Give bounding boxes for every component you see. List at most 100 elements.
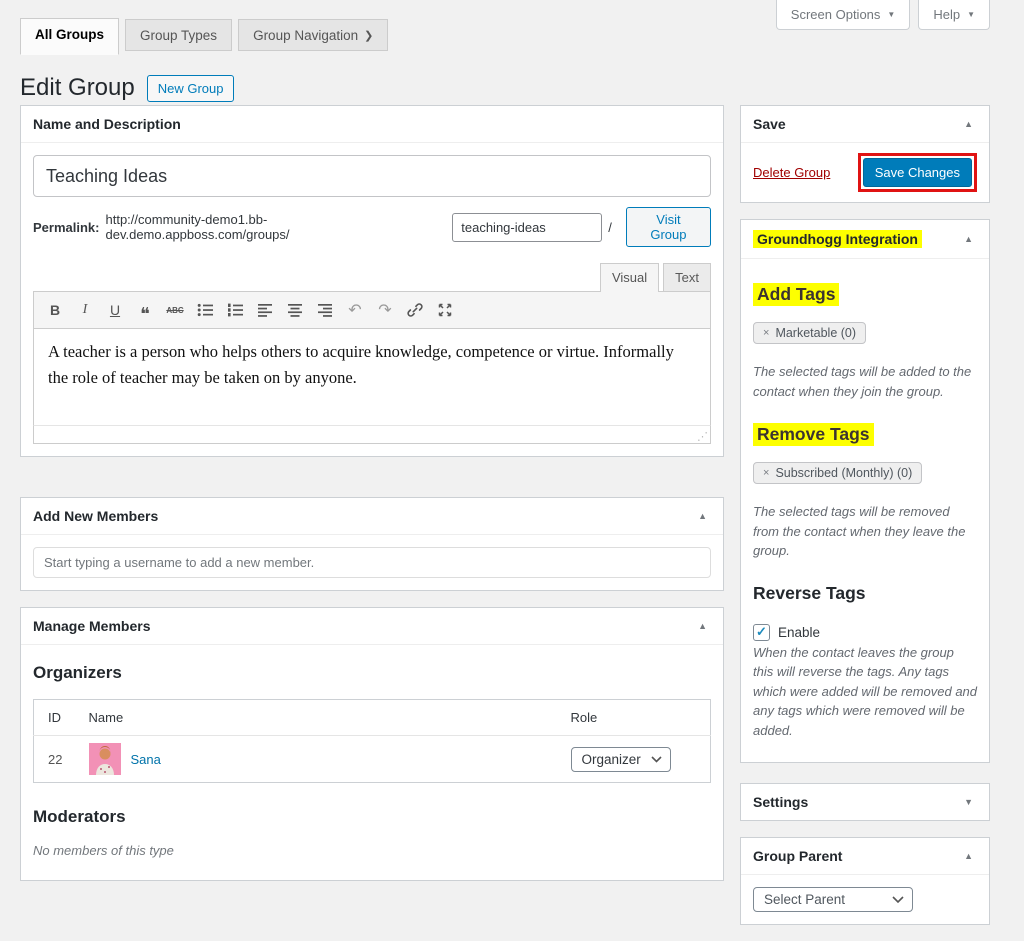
delete-group-link[interactable]: Delete Group xyxy=(753,165,830,180)
close-icon[interactable]: × xyxy=(763,327,769,339)
collapse-icon[interactable]: ▲ xyxy=(960,849,977,863)
slug-input[interactable] xyxy=(452,213,602,242)
tab-visual[interactable]: Visual xyxy=(600,263,659,292)
panel-title: Manage Members xyxy=(33,618,150,634)
collapse-icon[interactable]: ▲ xyxy=(694,619,711,633)
manage-members-header: Manage Members ▲ xyxy=(21,608,723,645)
screen-options-button[interactable]: Screen Options ▼ xyxy=(776,0,911,30)
organizers-heading: Organizers xyxy=(33,663,711,683)
annotation-highlight-box: Save Changes xyxy=(858,153,977,192)
name-description-header: Name and Description xyxy=(21,106,723,143)
align-center-icon[interactable] xyxy=(282,299,308,321)
numbered-list-icon[interactable] xyxy=(222,299,248,321)
moderators-empty-text: No members of this type xyxy=(33,843,711,858)
column-id: ID xyxy=(34,700,79,736)
table-row: 22 xyxy=(34,736,711,783)
description-editor: Visual Text B I U ❝ ABC xyxy=(33,263,711,444)
tab-text[interactable]: Text xyxy=(663,263,711,291)
panel-title: Name and Description xyxy=(33,116,181,132)
save-panel: Save ▲ Delete Group Save Changes xyxy=(740,105,990,203)
reverse-tags-heading: Reverse Tags xyxy=(753,583,866,604)
collapse-icon[interactable]: ▲ xyxy=(960,117,977,131)
add-members-header: Add New Members ▲ xyxy=(21,498,723,535)
member-id: 22 xyxy=(34,736,79,783)
parent-select[interactable]: Select Parent xyxy=(753,887,913,912)
top-toggles: Screen Options ▼ Help ▼ xyxy=(776,0,990,30)
redo-icon[interactable]: ↷ xyxy=(372,299,398,321)
underline-icon[interactable]: U xyxy=(102,299,128,321)
tab-group-types-label: Group Types xyxy=(140,28,217,43)
close-icon[interactable]: × xyxy=(763,467,769,479)
add-tags-description: The selected tags will be added to the c… xyxy=(753,362,977,401)
help-button[interactable]: Help ▼ xyxy=(918,0,990,30)
bullet-list-icon[interactable] xyxy=(192,299,218,321)
group-parent-panel: Group Parent ▲ Select Parent xyxy=(740,837,990,925)
new-group-button[interactable]: New Group xyxy=(147,75,235,102)
add-members-panel: Add New Members ▲ xyxy=(20,497,724,591)
collapse-icon[interactable]: ▲ xyxy=(960,232,977,246)
avatar xyxy=(89,743,121,775)
panel-title: Groundhogg Integration xyxy=(753,230,922,248)
role-select[interactable]: Organizer xyxy=(571,747,671,772)
permalink-slash: / xyxy=(608,220,612,235)
blockquote-icon[interactable]: ❝ xyxy=(132,299,158,321)
permalink-row: Permalink: http://community-demo1.bb-dev… xyxy=(33,207,711,247)
moderators-heading: Moderators xyxy=(33,807,711,827)
remove-tag-chip[interactable]: × Subscribed (Monthly) (0) xyxy=(753,462,922,484)
groundhogg-panel: Groundhogg Integration ▲ Add Tags × Mark… xyxy=(740,219,990,763)
settings-header: Settings ▼ xyxy=(741,784,989,820)
column-role: Role xyxy=(561,700,711,736)
page-title: Edit Group xyxy=(20,74,135,102)
remove-tags-heading: Remove Tags xyxy=(753,423,874,446)
chevron-right-icon: ❯ xyxy=(364,29,373,42)
reverse-tags-description: When the contact leaves the group this w… xyxy=(753,643,977,741)
save-changes-button[interactable]: Save Changes xyxy=(863,158,972,187)
enable-label: Enable xyxy=(778,625,820,640)
align-left-icon[interactable] xyxy=(252,299,278,321)
tab-group-navigation-label: Group Navigation xyxy=(253,28,358,43)
expand-icon[interactable]: ▼ xyxy=(960,795,977,809)
manage-members-panel: Manage Members ▲ Organizers ID Name Role xyxy=(20,607,724,881)
strikethrough-icon[interactable]: ABC xyxy=(162,299,188,321)
editor-statusbar: ⋰ xyxy=(33,425,711,444)
chevron-down-icon: ▼ xyxy=(967,10,975,19)
help-label: Help xyxy=(933,7,960,22)
groundhogg-header: Groundhogg Integration ▲ xyxy=(741,220,989,259)
undo-icon[interactable]: ↶ xyxy=(342,299,368,321)
tag-label: Marketable (0) xyxy=(775,326,856,340)
add-tags-heading: Add Tags xyxy=(753,283,839,306)
remove-tags-description: The selected tags will be removed from t… xyxy=(753,502,977,561)
resize-grip-icon[interactable]: ⋰ xyxy=(697,430,708,443)
editor-mode-tabs: Visual Text xyxy=(33,263,711,291)
role-select-value: Organizer xyxy=(582,752,641,767)
tab-all-groups-label: All Groups xyxy=(35,27,104,42)
bold-icon[interactable]: B xyxy=(42,299,68,321)
permalink-base-url: http://community-demo1.bb-dev.demo.appbo… xyxy=(105,212,446,242)
chevron-down-icon: ▼ xyxy=(887,10,895,19)
member-name-link[interactable]: Sana xyxy=(131,752,161,767)
name-description-panel: Name and Description Permalink: http://c… xyxy=(20,105,724,457)
column-name: Name xyxy=(79,700,561,736)
add-tag-chip[interactable]: × Marketable (0) xyxy=(753,322,866,344)
collapse-icon[interactable]: ▲ xyxy=(694,509,711,523)
editor-toolbar: B I U ❝ ABC xyxy=(33,291,711,329)
tab-all-groups[interactable]: All Groups xyxy=(20,18,119,55)
panel-title: Settings xyxy=(753,794,808,810)
tab-group-navigation[interactable]: Group Navigation ❯ xyxy=(238,19,388,51)
enable-checkbox[interactable]: ✓ xyxy=(753,624,770,641)
fullscreen-icon[interactable] xyxy=(432,299,458,321)
description-textarea[interactable]: A teacher is a person who helps others t… xyxy=(33,329,711,426)
tab-group-types[interactable]: Group Types xyxy=(125,19,232,51)
link-icon[interactable] xyxy=(402,299,428,321)
visit-group-button[interactable]: Visit Group xyxy=(626,207,711,247)
group-name-input[interactable] xyxy=(33,155,711,197)
chevron-down-icon xyxy=(651,756,662,763)
chevron-down-icon xyxy=(892,896,904,904)
panel-title: Group Parent xyxy=(753,848,842,864)
panel-title: Save xyxy=(753,116,786,132)
permalink-label: Permalink: xyxy=(33,220,99,235)
parent-select-value: Select Parent xyxy=(764,892,845,907)
italic-icon[interactable]: I xyxy=(72,299,98,321)
add-member-input[interactable] xyxy=(33,547,711,578)
align-right-icon[interactable] xyxy=(312,299,338,321)
